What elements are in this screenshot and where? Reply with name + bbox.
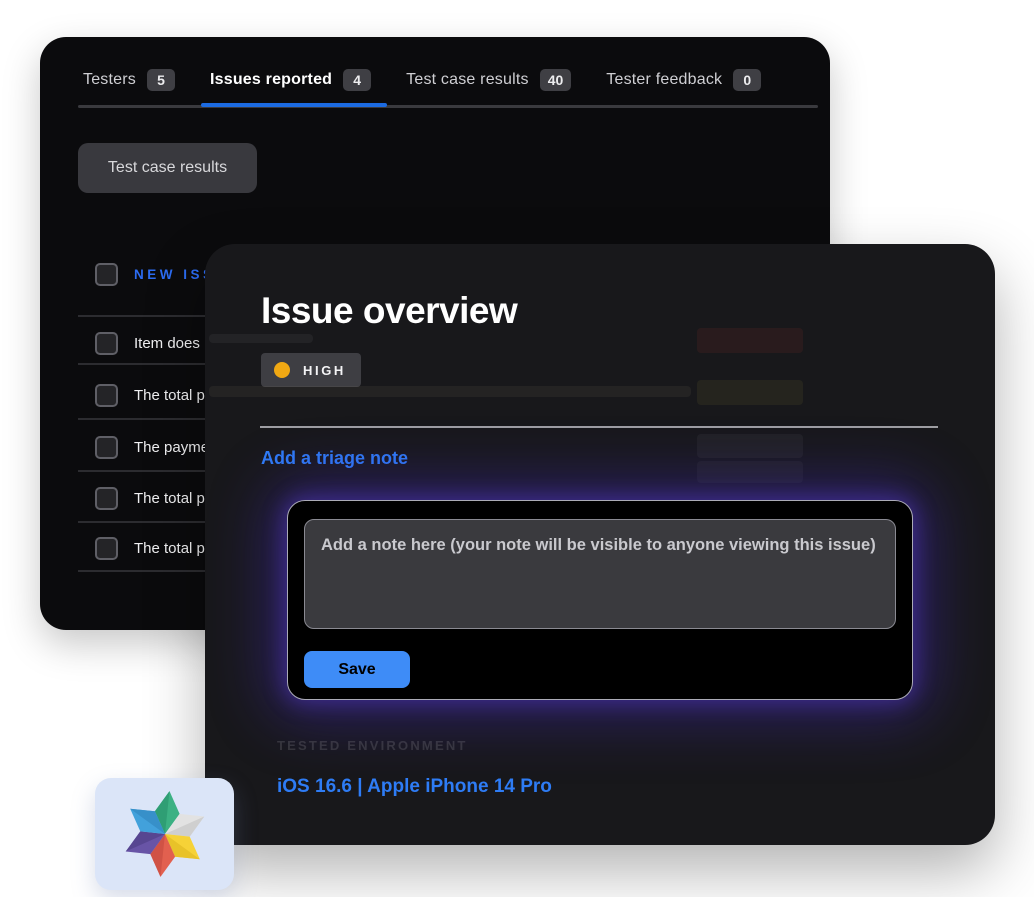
- page: Testers 5 Issues reported 4 Test case re…: [0, 0, 1034, 897]
- triage-note-input[interactable]: [304, 519, 896, 629]
- section-divider: [260, 426, 938, 428]
- tab-tester-feedback[interactable]: Tester feedback 0: [606, 65, 761, 95]
- dim-placeholder-control: [697, 461, 803, 483]
- select-all-checkbox[interactable]: [95, 263, 118, 286]
- dim-placeholder-control: [697, 380, 803, 405]
- dim-placeholder-control: [697, 434, 803, 458]
- dim-placeholder-control: [697, 328, 803, 353]
- list-divider: [78, 363, 220, 365]
- issue-title: Item does: [134, 335, 200, 352]
- issue-checkbox[interactable]: [95, 332, 118, 355]
- tab-bar-divider: [78, 105, 818, 108]
- app-icon-tile: [95, 778, 234, 890]
- active-tab-underline: [201, 103, 387, 107]
- test-case-results-filter-button[interactable]: Test case results: [78, 143, 257, 193]
- tab-issues-reported[interactable]: Issues reported 4: [210, 65, 371, 95]
- issue-checkbox[interactable]: [95, 436, 118, 459]
- issue-checkbox[interactable]: [95, 384, 118, 407]
- tab-bar: Testers 5 Issues reported 4 Test case re…: [83, 65, 761, 95]
- tab-testers[interactable]: Testers 5: [83, 65, 175, 95]
- triage-note-card: Save: [287, 500, 913, 700]
- list-divider: [78, 570, 220, 572]
- issue-title: The total p: [134, 540, 205, 557]
- issue-title: The total p: [134, 490, 205, 507]
- page-title: Issue overview: [261, 290, 517, 332]
- issue-checkbox[interactable]: [95, 537, 118, 560]
- tab-count-badge: 0: [733, 69, 761, 91]
- issue-checkbox[interactable]: [95, 487, 118, 510]
- issue-title: The payme: [134, 439, 209, 456]
- tab-label: Testers: [83, 71, 136, 89]
- list-divider: [78, 470, 220, 472]
- hexagon-cube-app-icon: [119, 786, 211, 882]
- tab-count-badge: 40: [540, 69, 572, 91]
- tab-test-case-results[interactable]: Test case results 40: [406, 65, 571, 95]
- list-divider: [78, 521, 220, 523]
- issue-overview-panel: Issue overview HIGH Add a triage note Sa…: [205, 244, 995, 845]
- list-divider: [78, 418, 220, 420]
- issue-title: The total p: [134, 387, 205, 404]
- severity-label: HIGH: [303, 363, 346, 378]
- issues-list-header-label: NEW ISS: [134, 267, 216, 282]
- device-info-link[interactable]: iOS 16.6 | Apple iPhone 14 Pro: [277, 776, 552, 798]
- tab-label: Test case results: [406, 71, 529, 89]
- save-button[interactable]: Save: [304, 651, 410, 688]
- tab-count-badge: 4: [343, 69, 371, 91]
- tab-label: Issues reported: [210, 71, 332, 89]
- tested-environment-label: TESTED ENVIRONMENT: [277, 738, 468, 753]
- tab-label: Tester feedback: [606, 71, 722, 89]
- dim-placeholder-text: [209, 334, 313, 343]
- dim-placeholder-text: [209, 386, 691, 397]
- tab-count-badge: 5: [147, 69, 175, 91]
- severity-dot-icon: [274, 362, 290, 378]
- severity-badge: HIGH: [261, 353, 361, 387]
- list-divider: [78, 315, 220, 317]
- add-triage-note-link[interactable]: Add a triage note: [261, 448, 408, 469]
